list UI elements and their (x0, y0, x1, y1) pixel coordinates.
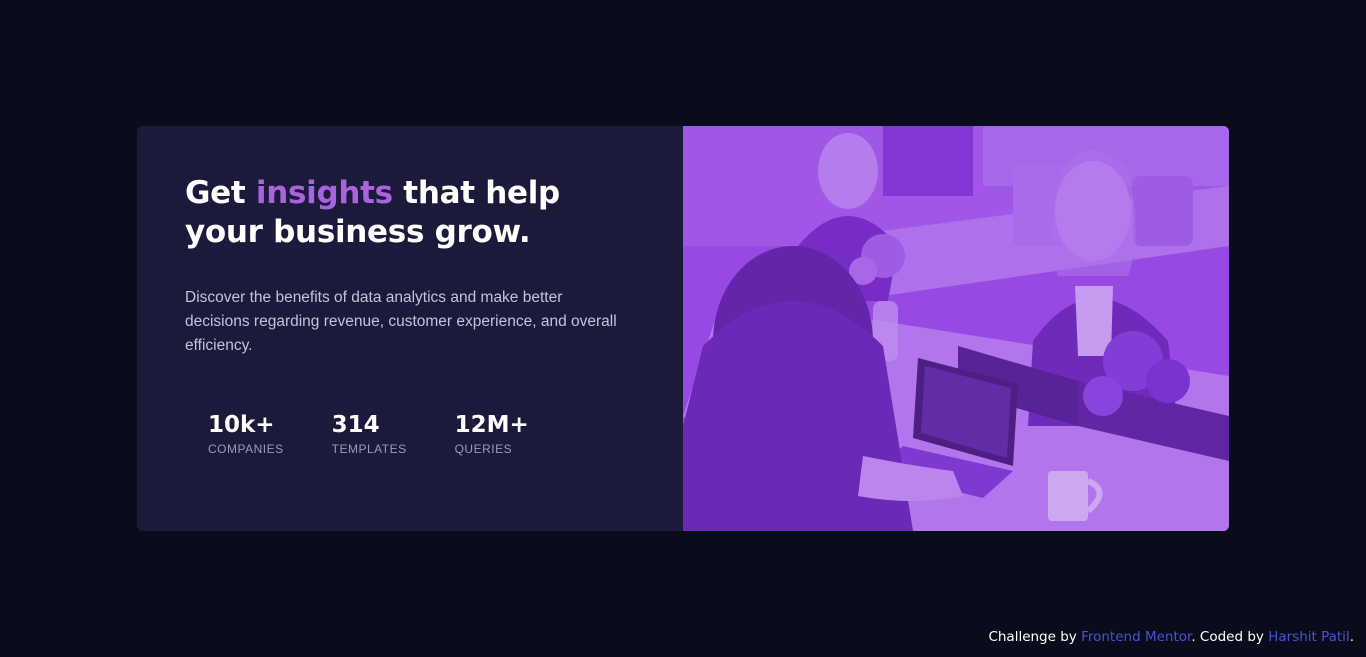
stats-row: 10k+ COMPANIES 314 TEMPLATES 12M+ QUERIE… (208, 410, 577, 456)
footer-end: . (1349, 629, 1354, 645)
office-photo (683, 126, 1229, 531)
frontend-mentor-link[interactable]: Frontend Mentor (1081, 629, 1191, 645)
stat-label: TEMPLATES (331, 442, 407, 456)
stat-queries: 12M+ QUERIES (455, 410, 529, 456)
headline: Get insights that help your business gro… (185, 174, 625, 252)
challenge-text: Challenge by (988, 629, 1077, 645)
attribution-footer: Challenge by Frontend Mentor. Coded by H… (988, 629, 1354, 645)
stat-companies: 10k+ COMPANIES (208, 410, 284, 456)
card-text-panel: Get insights that help your business gro… (137, 126, 683, 531)
office-photo-illustration (683, 126, 1229, 531)
stat-label: COMPANIES (208, 442, 284, 456)
stat-label: QUERIES (454, 442, 513, 456)
stat-value: 12M+ (454, 412, 529, 438)
headline-accent: insights (255, 175, 393, 211)
coded-text: . Coded by (1191, 629, 1264, 645)
stats-preview-card: Get insights that help your business gro… (137, 126, 1229, 531)
headline-before: Get (185, 175, 246, 211)
description: Discover the benefits of data analytics … (185, 289, 617, 354)
author-link[interactable]: Harshit Patil (1268, 629, 1350, 645)
stat-value: 314 (331, 412, 380, 438)
stat-templates: 314 TEMPLATES (332, 410, 407, 456)
stat-value: 10k+ (208, 412, 275, 438)
